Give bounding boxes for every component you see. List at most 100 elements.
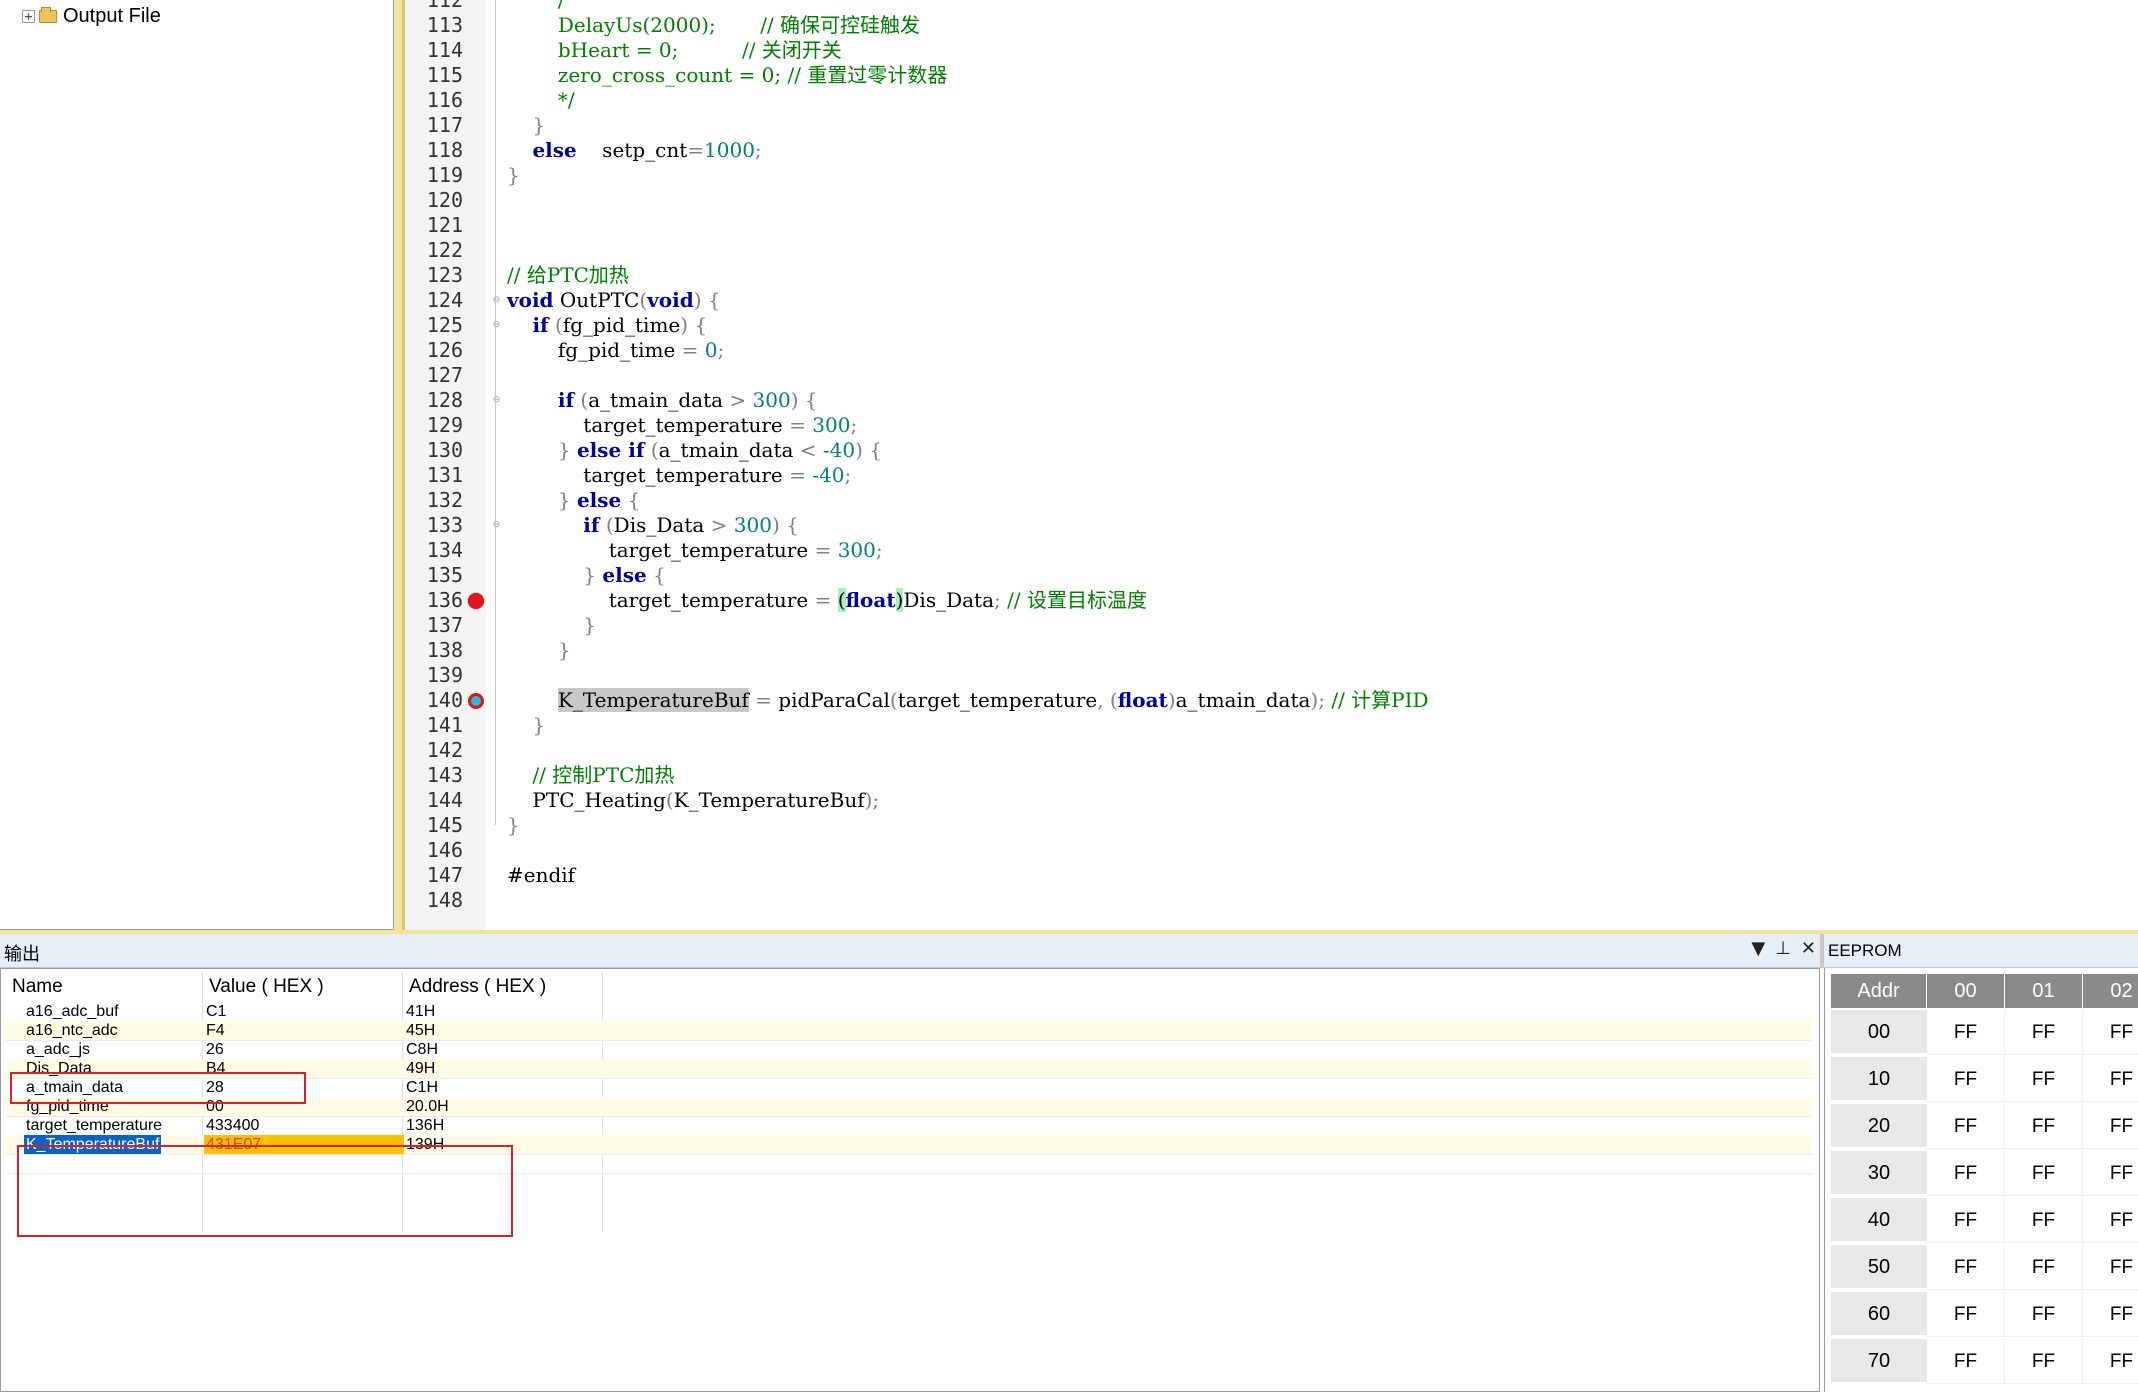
variable-name[interactable]: a_adc_js xyxy=(26,1040,90,1059)
code-text[interactable]: if (a_tmain_data > 300) { xyxy=(507,388,818,413)
code-line[interactable]: 121 xyxy=(405,213,2138,238)
watch-row[interactable]: target_temperature 433400 136H xyxy=(6,1116,1812,1136)
pane-splitter[interactable] xyxy=(394,0,402,930)
code-text[interactable]: // 给PTC加热 xyxy=(507,263,629,288)
code-text[interactable]: } else { xyxy=(507,488,641,513)
code-line[interactable]: 147 #endif xyxy=(405,863,2138,888)
eeprom-cell[interactable]: FF xyxy=(2083,1245,2138,1290)
code-line[interactable]: 148 xyxy=(405,888,2138,913)
code-text[interactable]: */ xyxy=(507,88,575,113)
eeprom-cell[interactable]: FF xyxy=(2083,1151,2138,1196)
line-number[interactable]: 120 xyxy=(405,188,463,213)
code-line[interactable]: 130 } else if (a_tmain_data < -40) { xyxy=(405,438,2138,463)
close-icon[interactable]: ✕ xyxy=(1801,938,1816,959)
code-text[interactable]: } xyxy=(507,813,520,838)
code-text[interactable]: #endif xyxy=(507,863,575,888)
code-text[interactable]: PTC_Heating(K_TemperatureBuf); xyxy=(507,788,879,813)
line-number[interactable]: 129 xyxy=(405,413,463,438)
line-number[interactable]: 119 xyxy=(405,163,463,188)
eeprom-cell[interactable]: FF xyxy=(1927,1339,2005,1384)
code-line[interactable]: 119} xyxy=(405,163,2138,188)
expand-icon[interactable]: + xyxy=(22,9,35,23)
code-line[interactable]: 143 // 控制PTC加热 xyxy=(405,763,2138,788)
line-number[interactable]: 136 xyxy=(405,588,463,613)
code-line[interactable]: 140 K_TemperatureBuf = pidParaCal(target… xyxy=(405,688,2138,713)
variable-value[interactable]: C1 xyxy=(206,1002,226,1021)
code-line[interactable]: 125 if (fg_pid_time) { xyxy=(405,313,2138,338)
line-number[interactable]: 147 xyxy=(405,863,463,888)
code-line[interactable]: 123 // 给PTC加热 xyxy=(405,263,2138,288)
code-line[interactable]: 132 } else { xyxy=(405,488,2138,513)
code-text[interactable]: target_temperature = 300; xyxy=(507,538,883,563)
line-number[interactable]: 133 xyxy=(405,513,463,538)
line-number[interactable]: 117 xyxy=(405,113,463,138)
current-line-breakpoint-icon[interactable] xyxy=(468,693,484,709)
code-text[interactable]: } xyxy=(507,613,596,638)
code-text[interactable]: fg_pid_time = 0; xyxy=(507,338,724,363)
code-line[interactable]: 116 */ xyxy=(405,88,2138,113)
fold-toggle-icon[interactable]: ⊖ xyxy=(491,520,502,531)
watch-row[interactable]: a16_adc_buf C1 41H xyxy=(6,1002,1812,1022)
eeprom-cell[interactable]: FF xyxy=(1927,1245,2005,1290)
pin-icon[interactable]: ⊥ xyxy=(1775,938,1791,959)
column-header-name[interactable]: Name xyxy=(12,972,63,1002)
fold-toggle-icon[interactable]: ⊖ xyxy=(491,320,502,331)
breakpoint-icon[interactable] xyxy=(468,593,484,609)
code-text[interactable]: K_TemperatureBuf = pidParaCal(target_tem… xyxy=(507,688,1429,713)
dropdown-icon[interactable]: ▼ xyxy=(1751,938,1765,959)
code-text[interactable]: target_temperature = -40; xyxy=(507,463,851,488)
line-number[interactable]: 145 xyxy=(405,813,463,838)
code-text[interactable]: / xyxy=(507,0,565,13)
code-text[interactable]: } xyxy=(507,713,545,738)
code-line[interactable]: 117 } xyxy=(405,113,2138,138)
column-header-address[interactable]: Address ( HEX ) xyxy=(409,972,546,1002)
line-number[interactable]: 121 xyxy=(405,213,463,238)
line-number[interactable]: 148 xyxy=(405,888,463,913)
eeprom-cell[interactable]: FF xyxy=(2005,1292,2083,1337)
code-line[interactable]: 139 xyxy=(405,663,2138,688)
eeprom-cell[interactable]: FF xyxy=(2083,1104,2138,1149)
code-line[interactable]: 126 fg_pid_time = 0; xyxy=(405,338,2138,363)
line-number[interactable]: 125 xyxy=(405,313,463,338)
code-line[interactable]: 129 target_temperature = 300; xyxy=(405,413,2138,438)
eeprom-cell[interactable]: FF xyxy=(2005,1010,2083,1055)
line-number[interactable]: 144 xyxy=(405,788,463,813)
code-line[interactable]: 135 } else { xyxy=(405,563,2138,588)
eeprom-cell[interactable]: FF xyxy=(2005,1151,2083,1196)
line-number[interactable]: 141 xyxy=(405,713,463,738)
code-line[interactable]: 113 DelayUs(2000); // 确保可控硅触发 xyxy=(405,13,2138,38)
eeprom-cell[interactable]: FF xyxy=(1927,1057,2005,1102)
variable-value[interactable]: 26 xyxy=(206,1040,224,1059)
code-line[interactable]: 141 } xyxy=(405,713,2138,738)
line-number[interactable]: 134 xyxy=(405,538,463,563)
code-text[interactable]: void OutPTC(void) { xyxy=(507,288,721,313)
variable-name[interactable]: a16_ntc_adc xyxy=(26,1021,118,1040)
line-number[interactable]: 114 xyxy=(405,38,463,63)
line-number[interactable]: 118 xyxy=(405,138,463,163)
line-number[interactable]: 112 xyxy=(405,0,463,13)
code-text[interactable]: bHeart = 0; // 关闭开关 xyxy=(507,38,842,63)
line-number[interactable]: 131 xyxy=(405,463,463,488)
code-editor[interactable]: 112 /113 DelayUs(2000); // 确保可控硅触发 114 bH… xyxy=(405,0,2138,930)
code-line[interactable]: 133 if (Dis_Data > 300) { xyxy=(405,513,2138,538)
fold-toggle-icon[interactable]: ⊖ xyxy=(491,295,502,306)
line-number[interactable]: 115 xyxy=(405,63,463,88)
code-line[interactable]: 145} xyxy=(405,813,2138,838)
variable-name[interactable]: target_temperature xyxy=(26,1116,162,1135)
line-number[interactable]: 138 xyxy=(405,638,463,663)
eeprom-cell[interactable]: FF xyxy=(2083,1010,2138,1055)
eeprom-cell[interactable]: FF xyxy=(1927,1198,2005,1243)
line-number[interactable]: 116 xyxy=(405,88,463,113)
tree-node-output-file[interactable]: + Output File xyxy=(22,2,161,30)
line-number[interactable]: 139 xyxy=(405,663,463,688)
code-line[interactable]: 122 xyxy=(405,238,2138,263)
line-number[interactable]: 127 xyxy=(405,363,463,388)
line-number[interactable]: 132 xyxy=(405,488,463,513)
code-line[interactable]: 128 if (a_tmain_data > 300) { xyxy=(405,388,2138,413)
code-text[interactable]: } else { xyxy=(507,563,666,588)
code-text[interactable]: target_temperature = 300; xyxy=(507,413,857,438)
line-number[interactable]: 123 xyxy=(405,263,463,288)
code-line[interactable]: 112 / xyxy=(405,0,2138,13)
line-number[interactable]: 140 xyxy=(405,688,463,713)
column-header-value[interactable]: Value ( HEX ) xyxy=(209,972,324,1002)
